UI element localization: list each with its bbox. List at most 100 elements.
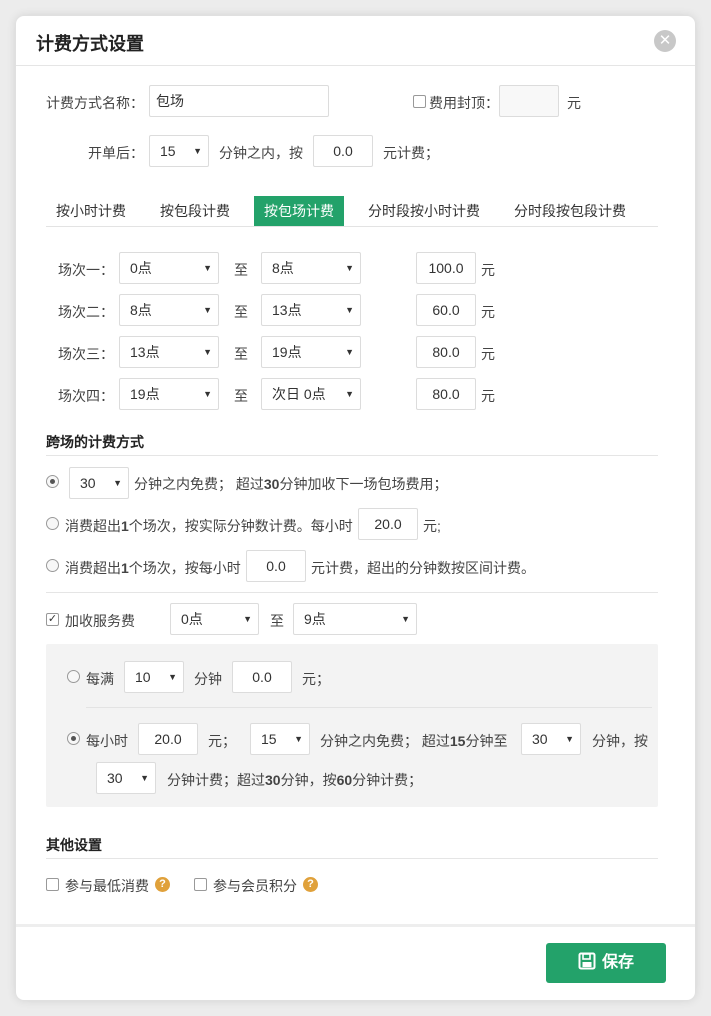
divider — [46, 858, 658, 859]
service-free-text: 分钟之内免费； 超过15分钟至 — [320, 731, 507, 751]
session-to-select[interactable]: 19点 ▼ — [261, 336, 361, 368]
session-sep: 至 — [234, 262, 248, 278]
text-part: 分钟计费；超过 — [167, 772, 265, 788]
member-points-checkbox[interactable] — [194, 878, 207, 891]
session-price-input[interactable]: 80.0 — [416, 378, 476, 410]
session-price-input[interactable]: 80.0 — [416, 336, 476, 368]
session-price-input[interactable]: 100.0 — [416, 252, 476, 284]
save-button[interactable]: 保存 — [546, 943, 666, 983]
open-text-2: 元计费； — [383, 145, 439, 161]
service-per-price-unit: 元； — [302, 671, 330, 687]
session-label: 场次二： — [58, 304, 114, 320]
text-bold: 1 — [121, 560, 129, 576]
cross-option-3-tail: 元计费，超出的分钟数按区间计费。 — [311, 560, 535, 576]
session-to-select[interactable]: 13点 ▼ — [261, 294, 361, 326]
text-bold: 15 — [449, 733, 466, 749]
service-hour-radio[interactable] — [67, 732, 80, 745]
service-upto-minutes-value: 30 — [532, 731, 548, 747]
tab-session[interactable]: 按包场计费 — [254, 196, 344, 226]
billing-settings-dialog: 计费方式设置 ✕ 计费方式名称： 包场 费用封顶： 元 开单后： 15 ▼ 分钟之… — [16, 16, 695, 1000]
service-hour-price-unit: 元； — [208, 733, 236, 749]
chevron-down-icon: ▼ — [243, 614, 252, 624]
service-per-radio[interactable] — [67, 670, 80, 683]
chevron-down-icon: ▼ — [203, 389, 212, 399]
fee-cap-input[interactable] — [499, 85, 559, 117]
text-part: 个场次，按每小时 — [128, 560, 241, 576]
open-minutes-select[interactable]: 15 ▼ — [149, 135, 209, 167]
service-from-value: 0点 — [181, 611, 203, 627]
text-part: 分钟，按 — [280, 772, 337, 788]
session-from-select[interactable]: 8点 ▼ — [119, 294, 219, 326]
session-to-select[interactable]: 次日 0点 ▼ — [261, 378, 361, 410]
billing-name-input[interactable]: 包场 — [149, 85, 329, 117]
session-from-select[interactable]: 13点 ▼ — [119, 336, 219, 368]
cross-hourly-price-input[interactable]: 20.0 — [358, 508, 418, 540]
chevron-down-icon: ▼ — [345, 389, 354, 399]
fee-cap-label: 费用封顶： — [429, 95, 499, 111]
service-fee-checkbox[interactable]: ✓ — [46, 613, 59, 626]
service-sep: 至 — [270, 613, 284, 629]
chevron-down-icon: ▼ — [203, 305, 212, 315]
chevron-down-icon: ▼ — [294, 734, 303, 744]
text-part: 分钟至 — [465, 733, 508, 749]
cross-per-hour-input[interactable]: 0.0 — [246, 550, 306, 582]
text-part: 个场次，按实际分钟数计费。每小时 — [128, 518, 353, 534]
session-from-select[interactable]: 0点 ▼ — [119, 252, 219, 284]
session-sep: 至 — [234, 346, 248, 362]
session-to-value: 19点 — [272, 344, 302, 360]
tab-hourly[interactable]: 按小时计费 — [46, 196, 136, 226]
service-to-select[interactable]: 9点 ▼ — [293, 603, 417, 635]
text-bold: 30 — [263, 476, 280, 492]
chevron-down-icon: ▼ — [345, 263, 354, 273]
chevron-down-icon: ▼ — [168, 672, 177, 682]
chevron-down-icon: ▼ — [203, 263, 212, 273]
service-per-label: 每满 — [86, 671, 114, 687]
fee-cap-unit: 元 — [567, 95, 581, 111]
service-per-minutes-select[interactable]: 10 ▼ — [124, 661, 184, 693]
dialog-footer: 保存 — [16, 924, 695, 1000]
question-icon[interactable]: ? — [303, 877, 318, 892]
service-free-minutes-value: 15 — [261, 731, 277, 747]
service-per-unit: 分钟 — [194, 671, 222, 687]
session-label: 场次三： — [58, 346, 114, 362]
session-from-select[interactable]: 19点 ▼ — [119, 378, 219, 410]
service-hour-price-input[interactable]: 20.0 — [138, 723, 198, 755]
open-minutes-value: 15 — [160, 143, 176, 159]
cross-option-2-radio[interactable] — [46, 517, 59, 530]
tab-timed-hourly[interactable]: 分时段按小时计费 — [358, 196, 490, 226]
cross-free-minutes-select[interactable]: 30 ▼ — [69, 467, 129, 499]
service-from-select[interactable]: 0点 ▼ — [170, 603, 259, 635]
service-free-minutes-select[interactable]: 15 ▼ — [250, 723, 310, 755]
fee-cap-checkbox[interactable] — [413, 95, 426, 108]
question-icon[interactable]: ? — [155, 877, 170, 892]
cross-option-3-radio[interactable] — [46, 559, 59, 572]
session-from-value: 8点 — [130, 302, 152, 318]
session-to-select[interactable]: 8点 ▼ — [261, 252, 361, 284]
min-spend-label: 参与最低消费 — [65, 878, 149, 894]
chevron-down-icon: ▼ — [345, 347, 354, 357]
service-bill-minutes-select[interactable]: 30 ▼ — [96, 762, 156, 794]
session-price-input[interactable]: 60.0 — [416, 294, 476, 326]
divider — [46, 455, 658, 456]
open-price-input[interactable]: 0.0 — [313, 135, 373, 167]
session-to-value: 次日 0点 — [272, 386, 326, 402]
cross-option-1-radio[interactable] — [46, 475, 59, 488]
service-upto-minutes-select[interactable]: 30 ▼ — [521, 723, 581, 755]
floppy-disk-icon — [578, 952, 596, 970]
dialog-header: 计费方式设置 ✕ — [16, 16, 695, 66]
chevron-down-icon: ▼ — [203, 347, 212, 357]
service-per-price-input[interactable]: 0.0 — [232, 661, 292, 693]
open-order-label: 开单后： — [88, 145, 144, 161]
session-from-value: 0点 — [130, 260, 152, 276]
session-sep: 至 — [234, 388, 248, 404]
tab-package[interactable]: 按包段计费 — [150, 196, 240, 226]
text-part: 分钟之内免费； 超过 — [134, 476, 264, 492]
session-from-value: 13点 — [130, 344, 160, 360]
min-spend-checkbox[interactable] — [46, 878, 59, 891]
service-to-value: 9点 — [304, 611, 326, 627]
text-part: 消费超出 — [65, 560, 121, 576]
chevron-down-icon: ▼ — [193, 146, 202, 156]
close-icon[interactable]: ✕ — [654, 30, 676, 52]
session-from-value: 19点 — [130, 386, 160, 402]
tab-timed-package[interactable]: 分时段按包段计费 — [504, 196, 636, 226]
